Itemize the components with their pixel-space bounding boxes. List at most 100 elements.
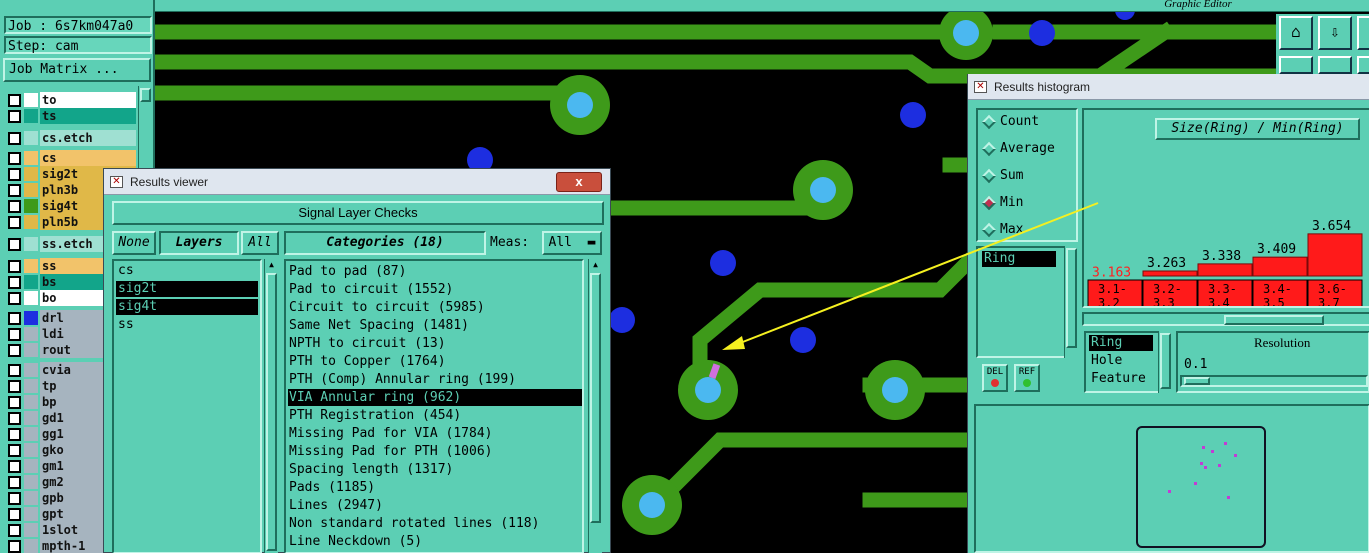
layer-checkbox[interactable] — [8, 492, 21, 505]
layer-row[interactable]: ts — [4, 108, 138, 124]
layer-color-swatch[interactable] — [24, 131, 38, 145]
result-dot[interactable] — [1168, 490, 1171, 493]
layer-color-swatch[interactable] — [24, 459, 38, 473]
results-histogram-titlebar[interactable]: ✕ Results histogram — [968, 74, 1369, 100]
tool-icon[interactable] — [1357, 56, 1369, 74]
layer-color-swatch[interactable] — [24, 363, 38, 377]
close-button[interactable]: x — [556, 172, 602, 192]
layer-color-swatch[interactable] — [24, 151, 38, 165]
histogram-chart[interactable]: 3.163 3.1- 3.2 3.263 3.2- 3.3 3.338 3.3- 3.4 3.40… — [1082, 108, 1369, 308]
layer-checkbox[interactable] — [8, 132, 21, 145]
category-item[interactable]: VIA Annular ring (962) — [288, 389, 582, 406]
category-item[interactable]: Non standard rotated lines (118) — [288, 515, 582, 532]
layer-checkbox[interactable] — [8, 168, 21, 181]
measure-item[interactable]: Feature — [1089, 371, 1153, 387]
result-dot[interactable] — [1218, 464, 1221, 467]
home-icon[interactable]: ⌂ — [1279, 16, 1313, 50]
layer-checkbox[interactable] — [8, 216, 21, 229]
layer-color-swatch[interactable] — [24, 215, 38, 229]
layer-name[interactable]: to — [40, 92, 136, 108]
radio-diamond-icon[interactable] — [981, 114, 997, 129]
radio-diamond-icon[interactable] — [981, 141, 997, 156]
layer-list-item[interactable]: cs — [116, 263, 258, 279]
layer-color-swatch[interactable] — [24, 291, 38, 305]
layer-color-swatch[interactable] — [24, 93, 38, 107]
histogram-bar[interactable] — [1307, 233, 1363, 277]
layer-checkbox[interactable] — [8, 508, 21, 521]
layer-name[interactable]: cs.etch — [40, 130, 136, 146]
results-viewer-titlebar[interactable]: ✕ Results viewer — [104, 169, 610, 195]
ref-button[interactable]: REF — [1014, 364, 1040, 392]
layer-color-swatch[interactable] — [24, 183, 38, 197]
category-item[interactable]: PTH Registration (454) — [288, 407, 582, 424]
scroll-thumb[interactable] — [140, 88, 151, 102]
layer-row[interactable]: cs — [4, 150, 138, 166]
layer-checkbox[interactable] — [8, 312, 21, 325]
scroll-thumb[interactable] — [1160, 333, 1171, 389]
mode-radio[interactable]: Max — [981, 220, 1023, 240]
scroll-thumb[interactable] — [266, 273, 277, 551]
category-item[interactable]: NPTH to circuit (13) — [288, 335, 582, 352]
del-button[interactable]: DEL — [982, 364, 1008, 392]
layer-checkbox[interactable] — [8, 460, 21, 473]
save-down-icon[interactable]: ⇩ — [1318, 16, 1352, 50]
scroll-up-icon[interactable]: ▲ — [590, 259, 601, 271]
layer-checkbox[interactable] — [8, 292, 21, 305]
layer-checkbox[interactable] — [8, 152, 21, 165]
none-button[interactable]: None — [112, 231, 156, 255]
layer-checkbox[interactable] — [8, 524, 21, 537]
layer-name[interactable]: ts — [40, 108, 136, 124]
category-item[interactable]: Pad to pad (87) — [288, 263, 582, 280]
attribute-item[interactable]: Ring — [982, 251, 1056, 267]
meas-select[interactable]: All ▬ — [542, 231, 602, 255]
tool-icon[interactable]: ▢ — [1357, 16, 1369, 50]
category-item[interactable]: Line Neckdown (5) — [288, 533, 582, 550]
layer-row[interactable]: to — [4, 92, 138, 108]
check-set-heading[interactable]: Signal Layer Checks — [112, 201, 604, 225]
layer-checkbox[interactable] — [8, 364, 21, 377]
layer-color-swatch[interactable] — [24, 275, 38, 289]
layer-checkbox[interactable] — [8, 412, 21, 425]
result-dot[interactable] — [1200, 462, 1203, 465]
layer-color-swatch[interactable] — [24, 237, 38, 251]
layer-color-swatch[interactable] — [24, 259, 38, 273]
categories-scrollbar[interactable]: ▲ — [588, 259, 602, 553]
layer-checkbox[interactable] — [8, 200, 21, 213]
category-item[interactable]: Missing Pad for PTH (1006) — [288, 443, 582, 460]
scroll-thumb[interactable] — [1224, 315, 1324, 325]
measure-item[interactable]: Ring — [1089, 335, 1153, 351]
category-item[interactable]: PTH (Comp) Annular ring (199) — [288, 371, 582, 388]
category-item[interactable]: Missing Pad for VIA (1784) — [288, 425, 582, 442]
layer-color-swatch[interactable] — [24, 475, 38, 489]
layer-checkbox[interactable] — [8, 476, 21, 489]
layer-checkbox[interactable] — [8, 396, 21, 409]
layer-list-item[interactable]: sig2t — [116, 281, 258, 297]
layer-color-swatch[interactable] — [24, 507, 38, 521]
layer-color-swatch[interactable] — [24, 167, 38, 181]
mode-radio[interactable]: Count — [981, 112, 1039, 132]
layer-row[interactable]: cs.etch — [4, 130, 138, 146]
histogram-bar[interactable] — [1197, 263, 1253, 277]
scroll-thumb[interactable] — [590, 273, 601, 523]
layer-color-swatch[interactable] — [24, 395, 38, 409]
histogram-hscroll[interactable] — [1082, 312, 1369, 326]
layer-checkbox[interactable] — [8, 110, 21, 123]
layer-color-swatch[interactable] — [24, 539, 38, 553]
mode-radio[interactable]: Sum — [981, 166, 1023, 186]
radio-diamond-icon[interactable] — [981, 168, 997, 183]
layer-color-swatch[interactable] — [24, 327, 38, 341]
category-item[interactable]: Lines (2947) — [288, 497, 582, 514]
histogram-bar[interactable] — [1142, 270, 1198, 277]
layer-checkbox[interactable] — [8, 238, 21, 251]
resolution-slider[interactable] — [1180, 375, 1368, 387]
radio-diamond-icon[interactable] — [981, 195, 997, 210]
measure-scrollbar[interactable] — [1158, 331, 1172, 393]
result-dot[interactable] — [1204, 466, 1207, 469]
mode-radio[interactable]: Min — [981, 193, 1023, 213]
scroll-up-icon[interactable]: ▲ — [266, 259, 277, 271]
scroll-thumb[interactable] — [1066, 248, 1077, 348]
slider-handle[interactable] — [1184, 377, 1210, 385]
category-item[interactable]: PTH to Copper (1764) — [288, 353, 582, 370]
tool-icon[interactable] — [1279, 56, 1313, 74]
layer-color-swatch[interactable] — [24, 109, 38, 123]
